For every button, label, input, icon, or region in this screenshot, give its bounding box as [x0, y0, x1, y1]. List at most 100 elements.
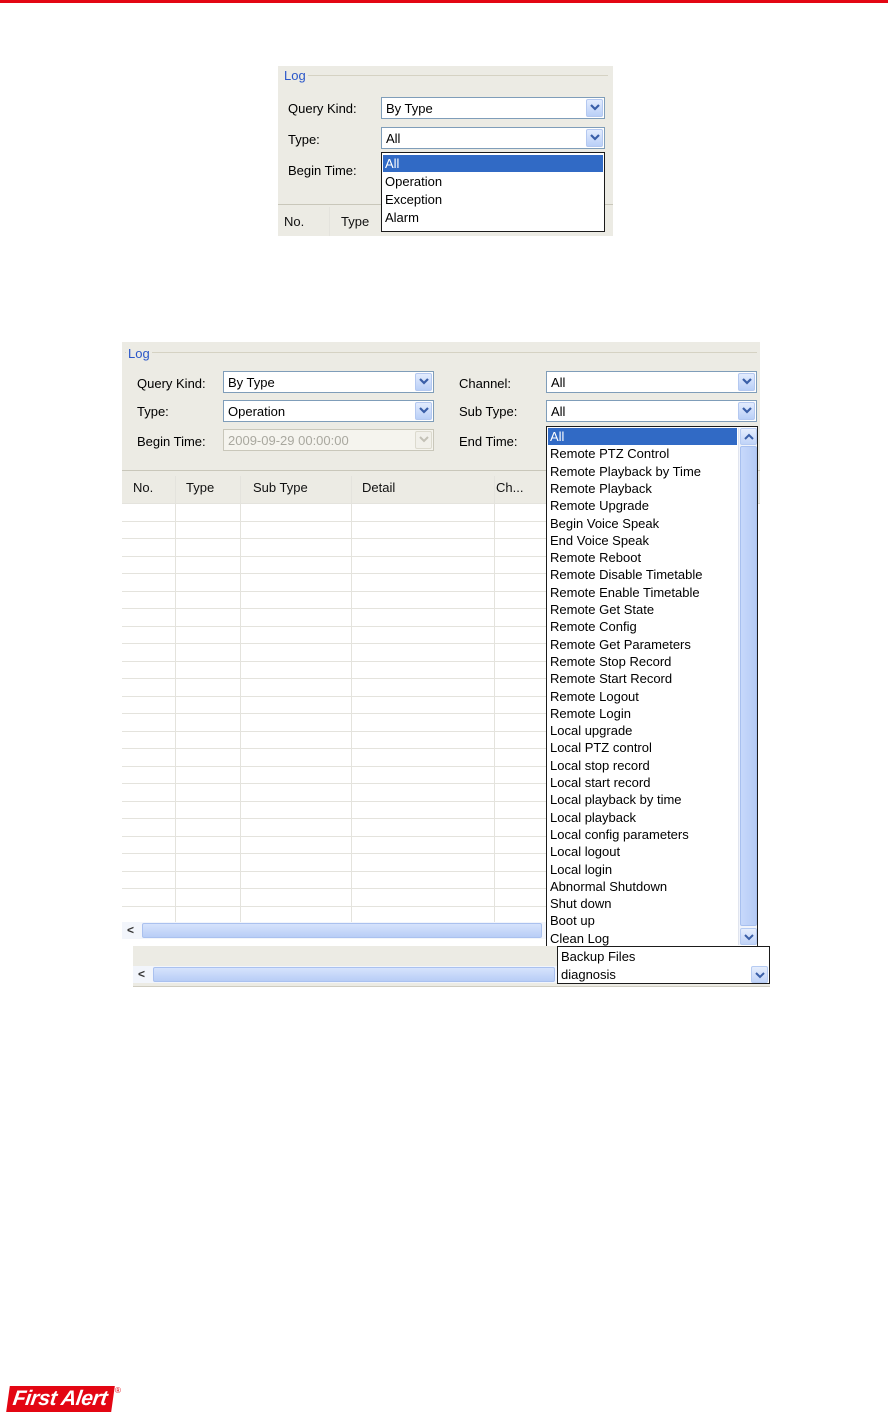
type-value: All	[386, 131, 401, 146]
list-item[interactable]: Clean Log	[548, 930, 737, 947]
scrollbar-thumb[interactable]	[153, 967, 555, 982]
chevron-down-icon[interactable]	[415, 402, 432, 420]
list-item[interactable]: Local playback by time	[548, 791, 737, 808]
list-item[interactable]: Abnormal Shutdown	[548, 878, 737, 895]
query-kind-label: Query Kind:	[137, 376, 206, 391]
table-column-divider	[240, 476, 241, 922]
table-column-divider	[494, 476, 495, 922]
chevron-down-icon[interactable]	[738, 373, 755, 391]
list-item[interactable]: Remote Enable Timetable	[548, 584, 737, 601]
list-item[interactable]: All	[383, 155, 603, 172]
list-item[interactable]: Backup Files	[559, 948, 768, 965]
table-row-divider	[122, 748, 546, 749]
type-select[interactable]: All	[381, 127, 605, 149]
column-header-no[interactable]: No.	[284, 214, 304, 229]
query-kind-select[interactable]: By Type	[223, 371, 434, 393]
table-row-divider	[122, 853, 546, 854]
scrollbar-thumb[interactable]	[142, 923, 542, 938]
list-item[interactable]: Remote Login	[548, 705, 737, 722]
list-item[interactable]: Remote Logout	[548, 688, 737, 705]
query-kind-value: By Type	[228, 375, 275, 390]
list-item[interactable]: Remote Disable Timetable	[548, 566, 737, 583]
list-item[interactable]: Remote Get Parameters	[548, 636, 737, 653]
list-item[interactable]: Local upgrade	[548, 722, 737, 739]
table-row-divider	[122, 608, 546, 609]
sub-type-dropdown-list[interactable]: All Remote PTZ Control Remote Playback by …	[546, 426, 758, 947]
list-item[interactable]: All	[548, 428, 737, 445]
list-item[interactable]: Begin Voice Speak	[548, 515, 737, 532]
group-title: Log	[282, 68, 308, 83]
scroll-down-icon[interactable]	[740, 928, 757, 945]
list-item[interactable]: Remote Config	[548, 618, 737, 635]
list-item[interactable]: Local playback	[548, 809, 737, 826]
table-row-divider	[122, 503, 546, 504]
chevron-down-icon[interactable]	[586, 99, 603, 117]
list-item[interactable]: Operation	[383, 173, 603, 190]
chevron-down-icon[interactable]	[586, 129, 603, 147]
list-item[interactable]: Remote Upgrade	[548, 497, 737, 514]
list-item[interactable]: Local start record	[548, 774, 737, 791]
table-column-divider	[175, 476, 176, 922]
query-kind-select[interactable]: By Type	[381, 97, 605, 119]
table-row-divider	[122, 870, 546, 872]
list-item[interactable]: Local logout	[548, 843, 737, 860]
scroll-left-icon[interactable]: <	[133, 966, 150, 983]
sub-type-dropdown-list-continued[interactable]: Backup Files diagnosis	[557, 946, 770, 984]
horizontal-scrollbar[interactable]: <	[133, 966, 558, 983]
list-item[interactable]: Shut down	[548, 895, 737, 912]
list-item[interactable]: Remote PTZ Control	[548, 445, 737, 462]
list-item[interactable]: Remote Stop Record	[548, 653, 737, 670]
scrollbar-thumb[interactable]	[740, 446, 757, 926]
table-row-divider	[122, 818, 546, 819]
list-item[interactable]: Remote Playback	[548, 480, 737, 497]
group-title: Log	[126, 346, 152, 361]
table-row-divider	[122, 555, 546, 557]
list-item[interactable]: diagnosis	[559, 966, 768, 983]
list-item[interactable]: Remote Reboot	[548, 549, 737, 566]
horizontal-scrollbar[interactable]: <	[122, 922, 546, 939]
table-row-divider	[122, 573, 546, 574]
begin-time-picker: 2009-09-29 00:00:00	[223, 429, 434, 451]
end-time-label: End Time:	[459, 434, 518, 449]
list-item[interactable]: Local PTZ control	[548, 739, 737, 756]
type-select[interactable]: Operation	[223, 400, 434, 422]
scroll-down-icon[interactable]	[751, 966, 768, 983]
header-rule	[0, 0, 888, 3]
table-row-divider	[122, 625, 546, 627]
table-row-divider	[122, 590, 546, 592]
sub-type-value: All	[551, 404, 566, 419]
type-dropdown-list[interactable]: All Operation Exception Alarm	[381, 152, 605, 232]
dropdown-continuation: < Backup Files diagnosis	[133, 946, 770, 987]
begin-time-label: Begin Time:	[137, 434, 206, 449]
sub-type-select[interactable]: All	[546, 400, 757, 422]
scroll-up-icon[interactable]	[740, 428, 757, 445]
list-item[interactable]: Boot up	[548, 912, 737, 929]
table-row-divider	[122, 765, 546, 767]
list-item[interactable]: Remote Get State	[548, 601, 737, 618]
table-row-divider	[122, 538, 546, 539]
list-item[interactable]: End Voice Speak	[548, 532, 737, 549]
begin-time-label: Begin Time:	[288, 163, 357, 178]
list-item[interactable]: Remote Playback by Time	[548, 463, 737, 480]
chevron-down-icon[interactable]	[415, 373, 432, 391]
list-item[interactable]: Remote Start Record	[548, 670, 737, 687]
scroll-left-icon[interactable]: <	[122, 922, 139, 939]
chevron-down-icon[interactable]	[738, 402, 755, 420]
list-item[interactable]: Exception	[383, 191, 603, 208]
query-kind-value: By Type	[386, 101, 433, 116]
table-row-divider	[122, 660, 546, 662]
chevron-down-icon	[415, 431, 432, 449]
table-row-divider	[122, 783, 546, 784]
list-item[interactable]: Alarm	[383, 209, 603, 226]
list-item[interactable]: Local stop record	[548, 757, 737, 774]
table-row-divider	[122, 835, 546, 837]
column-header-type[interactable]: Type	[341, 214, 369, 229]
table-row-divider	[122, 695, 546, 697]
list-item[interactable]: Local login	[548, 861, 737, 878]
list-item[interactable]: Local config parameters	[548, 826, 737, 843]
table-row-divider	[122, 713, 546, 714]
channel-select[interactable]: All	[546, 371, 757, 393]
table-row-divider	[122, 888, 546, 889]
vertical-scrollbar[interactable]	[738, 428, 757, 945]
type-label: Type:	[288, 132, 320, 147]
